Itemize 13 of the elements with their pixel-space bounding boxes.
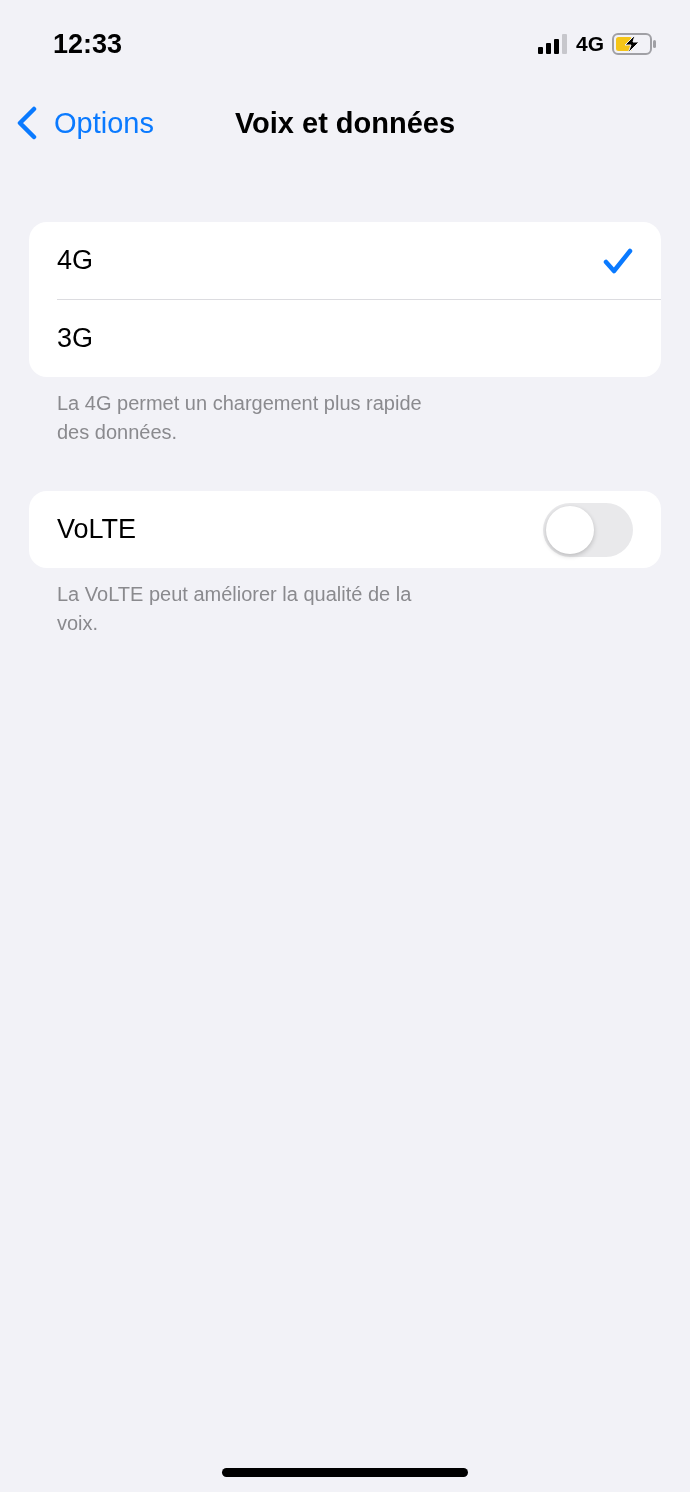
- setting-label: VoLTE: [57, 514, 137, 545]
- chevron-left-icon: [16, 106, 38, 140]
- toggle-switch[interactable]: [543, 502, 633, 557]
- network-label: 4G: [576, 32, 604, 56]
- section-footnote: La VoLTE peut améliorer la qualité de la voix.: [57, 582, 413, 636]
- status-time: 12:33: [53, 28, 123, 60]
- battery-icon: [612, 33, 656, 55]
- back-button[interactable]: Options: [0, 106, 154, 140]
- section-footnote: La 4G permet un chargement plus rapide des données.: [57, 391, 423, 445]
- option-row[interactable]: 4G: [29, 222, 661, 299]
- option-row[interactable]: 3G: [29, 300, 661, 377]
- signal-icon: [538, 34, 568, 54]
- page-title: Voix et données: [234, 106, 456, 140]
